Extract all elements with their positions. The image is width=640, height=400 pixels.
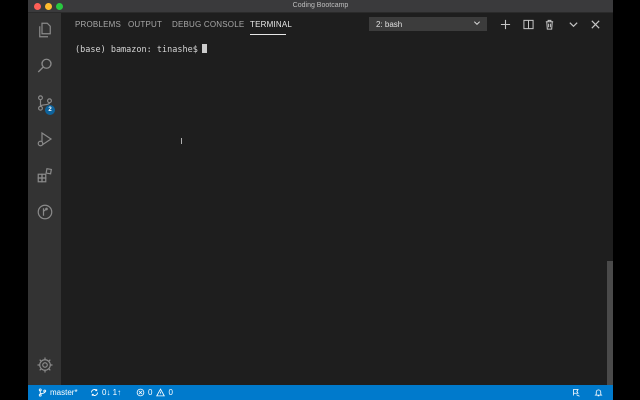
branch-name: master* [50,388,78,397]
terminal-cursor [201,44,207,53]
new-terminal-icon[interactable] [498,17,512,31]
terminal-select-value: 2: bash [376,20,403,29]
chevron-down-icon [473,18,481,32]
source-control-badge: 2 [45,105,55,115]
gear-icon[interactable] [28,350,61,380]
warning-count: 0 [168,388,173,397]
branch-icon [38,388,47,397]
sync-status: 0↓ 1↑ [102,388,122,397]
terminal-select[interactable]: 2: bash [369,17,487,31]
search-icon[interactable] [28,51,61,81]
split-terminal-icon[interactable] [521,17,535,31]
terminal-prompt: (base) bamazon: tinashe$ [75,44,207,55]
tab-output[interactable]: OUTPUT [128,20,162,29]
tab-terminal[interactable]: TERMINAL [250,20,292,29]
terminal-output[interactable]: (base) bamazon: tinashe$ [61,39,613,385]
run-debug-icon[interactable] [28,124,61,154]
chevron-down-icon[interactable] [566,17,580,31]
title-bar: Coding Bootcamp [28,0,613,13]
tab-debug-console[interactable]: DEBUG CONSOLE [172,20,244,29]
tab-problems[interactable]: PROBLEMS [75,20,121,29]
panel-tabs: PROBLEMS OUTPUT DEBUG CONSOLE TERMINAL 2… [61,13,613,37]
prompt-text: (base) bamazon: tinashe$ [75,45,198,55]
mouse-ibeam-cursor [181,138,182,144]
source-control-icon[interactable]: 2 [28,88,61,118]
terminal-scrollbar[interactable] [607,261,613,385]
vscode-window: Coding Bootcamp 2 PROBLEMS OUTPUT DEBUG … [28,0,613,400]
trash-icon[interactable] [542,17,556,31]
error-count: 0 [148,388,153,397]
notifications-bell-icon[interactable] [594,385,606,400]
sync-icon [91,389,98,396]
git-graph-icon[interactable] [28,197,61,227]
problems-indicator[interactable]: 0 0 [136,385,173,400]
branch-indicator[interactable]: master* [38,385,78,400]
error-icon [136,388,145,397]
sync-indicator[interactable]: 0↓ 1↑ [90,385,121,400]
warning-icon [156,388,166,397]
status-bar: master* 0↓ 1↑ 0 0 [28,385,613,400]
active-tab-indicator [250,34,286,35]
activity-bar: 2 [28,13,61,385]
feedback-icon[interactable] [572,385,584,400]
window-title: Coding Bootcamp [292,2,349,9]
terminal-panel: PROBLEMS OUTPUT DEBUG CONSOLE TERMINAL 2… [61,13,613,385]
explorer-icon[interactable] [28,15,61,45]
extensions-icon[interactable] [28,160,61,190]
close-icon[interactable] [588,17,602,31]
